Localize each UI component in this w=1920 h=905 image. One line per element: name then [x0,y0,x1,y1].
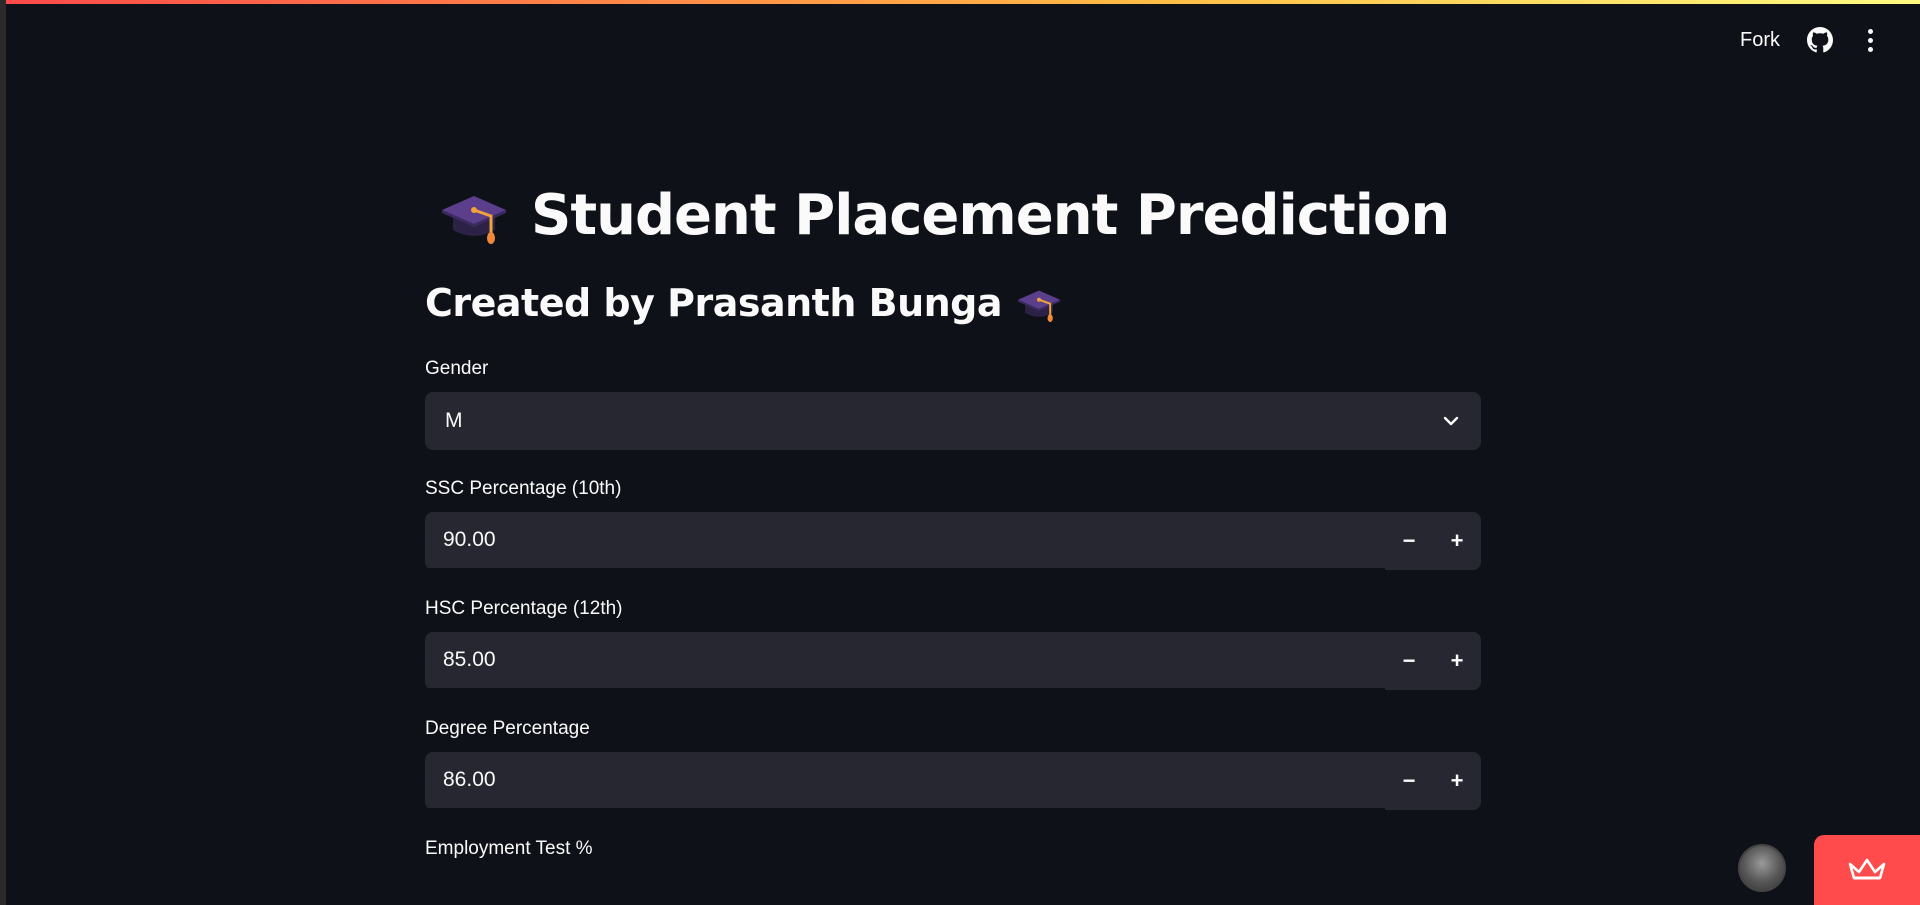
hsc-number-field: − + [425,632,1481,690]
hsc-decrement-button[interactable]: − [1385,632,1433,690]
page-title: Student Placement Prediction [531,182,1450,248]
gender-label: Gender [425,358,489,379]
fork-button[interactable]: Fork [1740,29,1780,52]
gender-select-value: M [445,409,463,432]
ssc-input[interactable] [425,512,1385,570]
app-window: Fork Student Placement Prediction Create… [6,0,1920,905]
graduation-cap-icon [442,196,506,244]
hsc-label: HSC Percentage (12th) [425,598,623,619]
page-title-row: Student Placement Prediction [439,170,1481,260]
degree-label: Degree Percentage [425,718,590,739]
ssc-decrement-button[interactable]: − [1385,512,1433,570]
employment-test-label: Employment Test % [425,838,593,859]
top-decoration-bar [6,0,1920,4]
degree-increment-button[interactable]: + [1433,752,1481,810]
chevron-down-icon [1443,416,1459,426]
main-content: Student Placement Prediction Created by … [425,170,1481,862]
github-icon[interactable] [1806,26,1834,54]
ssc-label: SSC Percentage (10th) [425,478,622,499]
graduation-cap-icon [1018,290,1061,323]
page-subtitle: Created by Prasanth Bunga [425,281,1003,325]
header-toolbar: Fork [1740,26,1880,54]
more-vertical-icon[interactable] [1860,26,1880,54]
streamlit-badge-button[interactable] [1814,835,1920,905]
degree-number-field: − + [425,752,1481,810]
degree-input[interactable] [425,752,1385,810]
ssc-increment-button[interactable]: + [1433,512,1481,570]
ssc-number-field: − + [425,512,1481,570]
degree-decrement-button[interactable]: − [1385,752,1433,810]
crown-icon [1848,858,1886,880]
gender-select[interactable]: M [425,392,1481,450]
avatar[interactable] [1738,844,1786,892]
hsc-input[interactable] [425,632,1385,690]
hsc-increment-button[interactable]: + [1433,632,1481,690]
subtitle-row: Created by Prasanth Bunga [425,276,1481,330]
